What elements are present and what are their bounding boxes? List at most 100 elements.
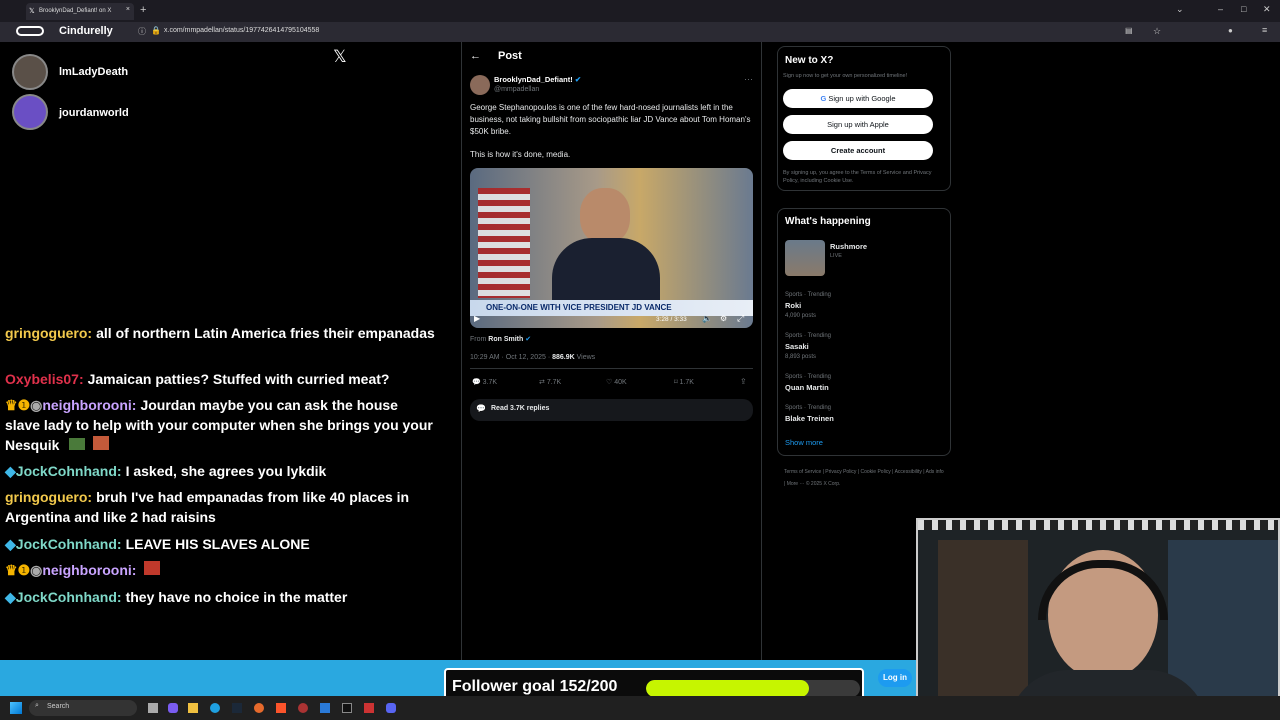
post-meta: 10:29 AM · Oct 12, 2025 · 886.9K Views: [470, 354, 595, 361]
comment-icon: 💬: [476, 404, 486, 413]
chat-username: JockCohnhand:: [15, 536, 122, 552]
reply-button[interactable]: 💬 3.7K: [472, 378, 497, 386]
author-avatar[interactable]: [470, 75, 490, 95]
avatar: [12, 54, 48, 90]
minimize-icon[interactable]: –: [1218, 4, 1223, 14]
flag-graphic: [478, 188, 530, 298]
firefox-icon[interactable]: [254, 703, 264, 713]
live-event-name[interactable]: Rushmore: [830, 242, 867, 251]
info-icon[interactable]: ⓘ: [138, 26, 146, 37]
chevron-down-icon[interactable]: ⌄: [1176, 4, 1184, 15]
app-icon[interactable]: [298, 703, 308, 713]
gem-badge-icon: ◆: [5, 463, 16, 479]
chat-message: gringoguero: all of northern Latin Americ…: [5, 323, 435, 343]
login-button[interactable]: Log in: [878, 669, 912, 687]
crown-badge-icon: ♛: [5, 397, 18, 413]
discord-icon[interactable]: [386, 703, 396, 713]
file-explorer-icon[interactable]: [188, 703, 198, 713]
live-thumbnail[interactable]: [785, 240, 825, 276]
close-window-icon[interactable]: ✕: [1263, 4, 1271, 15]
read-replies-button[interactable]: 💬 Read 3.7K replies: [470, 399, 753, 421]
menu-icon[interactable]: ≡: [1262, 25, 1267, 35]
more-options-icon[interactable]: ···: [744, 74, 753, 84]
trend-name[interactable]: Sasaki: [785, 342, 809, 351]
browser-tab[interactable]: 𝕏 BrooklynDad_Defiant! on X ×: [26, 3, 134, 20]
task-view-icon[interactable]: [148, 703, 158, 713]
chat-username: gringoguero:: [5, 489, 93, 505]
maximize-icon[interactable]: □: [1241, 4, 1246, 14]
reply-icon: 💬: [472, 379, 481, 386]
crown-badge-icon: ♛: [5, 562, 18, 578]
edge-icon[interactable]: [210, 703, 220, 713]
tab-title: BrooklynDad_Defiant! on X: [39, 8, 112, 14]
extension-icon[interactable]: ●: [1228, 26, 1233, 35]
chat-username: JockCohnhand:: [15, 589, 122, 605]
chat-text: LEAVE HIS SLAVES ALONE: [125, 536, 310, 552]
repost-button[interactable]: ⇄ 7.7K: [539, 378, 561, 386]
chat-username: neighborooni:: [42, 397, 137, 413]
reader-icon[interactable]: ▤: [1125, 26, 1133, 35]
chat-message: ◆JockCohnhand: I asked, she agrees you ly…: [5, 461, 435, 481]
fullscreen-icon[interactable]: ⤢: [737, 313, 744, 324]
chat-text: Jamaican patties? Stuffed with curried m…: [87, 371, 390, 387]
chat-text: they have no choice in the matter: [125, 589, 348, 605]
cam-shelf: [938, 540, 1028, 710]
chat-message: Oxybelis07: Jamaican patties? Stuffed wit…: [5, 369, 435, 389]
emote-icon: [69, 438, 86, 450]
app-icon[interactable]: [320, 703, 330, 713]
taskbar-search[interactable]: ⌕ Search: [29, 700, 137, 716]
new-tab-icon[interactable]: +: [140, 4, 146, 16]
source-name[interactable]: Ron Smith: [488, 336, 523, 343]
video-source: From Ron Smith ✔: [470, 336, 532, 343]
trend-posts: 8,893 posts: [785, 354, 817, 360]
back-arrow-icon[interactable]: ←: [470, 50, 481, 62]
google-signup-button[interactable]: G Sign up with Google: [783, 89, 933, 108]
chat-text: I asked, she agrees you lykdik: [125, 463, 327, 479]
video-player[interactable]: ONE-ON-ONE WITH VICE PRESIDENT JD VANCE …: [470, 168, 753, 328]
app-icon[interactable]: [168, 703, 178, 713]
author-name[interactable]: BrooklynDad_Defiant! ✔: [494, 75, 581, 84]
footer-links[interactable]: Terms of Service | Privacy Policy | Cook…: [784, 466, 944, 490]
x-logo-icon[interactable]: 𝕏: [333, 47, 347, 67]
chat-message: ♛❶◉neighborooni: Jourdan maybe you can as…: [5, 395, 435, 455]
badge-icon: ◉: [30, 397, 43, 413]
settings-icon[interactable]: ⚙: [720, 314, 727, 323]
steam-icon[interactable]: [232, 703, 242, 713]
terms-text: By signing up, you agree to the Terms of…: [783, 170, 932, 184]
share-icon[interactable]: ⇪: [740, 377, 747, 386]
post-timestamp[interactable]: 10:29 AM · Oct 12, 2025 ·: [470, 354, 550, 361]
windows-start-icon[interactable]: [10, 702, 22, 714]
read-replies-label: Read 3.7K replies: [491, 405, 550, 412]
google-icon: G: [820, 94, 827, 103]
trend-name[interactable]: Roki: [785, 301, 801, 310]
play-icon[interactable]: ▶: [474, 314, 480, 323]
show-more-link[interactable]: Show more: [785, 438, 823, 447]
column-divider: [461, 42, 462, 660]
viewer-name: lmLadyDeath: [59, 66, 129, 78]
volume-icon[interactable]: 🔈: [702, 314, 712, 323]
video-time: 3:28 / 3:33: [656, 316, 687, 323]
obs-icon[interactable]: [342, 703, 352, 713]
author-handle[interactable]: @mmpadellan: [494, 86, 539, 93]
brave-icon[interactable]: [276, 703, 286, 713]
page-title: Post: [498, 50, 522, 62]
bookmark-star-icon[interactable]: ☆: [1153, 26, 1161, 37]
view-count: 886.9K: [552, 354, 575, 361]
app-icon[interactable]: [364, 703, 374, 713]
close-tab-icon[interactable]: ×: [126, 6, 130, 13]
like-button[interactable]: ♡ 40K: [606, 378, 627, 386]
url-input[interactable]: x.com/mmpadellan/status/1977426414795104…: [164, 27, 319, 34]
create-account-button[interactable]: Create account: [783, 141, 933, 160]
browser-tab-bar: [0, 0, 1280, 22]
viewer-name: jourdanworld: [59, 107, 129, 119]
lock-icon: 🔒: [151, 26, 161, 35]
chat-message: ♛❶◉neighborooni:: [5, 560, 435, 580]
bookmark-button[interactable]: ⌑ 1.7K: [674, 378, 694, 386]
apple-signup-button[interactable]: Sign up with Apple: [783, 115, 933, 134]
chat-message: ◆JockCohnhand: they have no choice in the…: [5, 587, 435, 607]
trend-name[interactable]: Quan Martin: [785, 383, 829, 392]
speaker-face: [580, 188, 630, 244]
divider: [470, 368, 753, 369]
trend-name[interactable]: Blake Treinen: [785, 414, 834, 423]
emote-icon: [93, 436, 110, 450]
